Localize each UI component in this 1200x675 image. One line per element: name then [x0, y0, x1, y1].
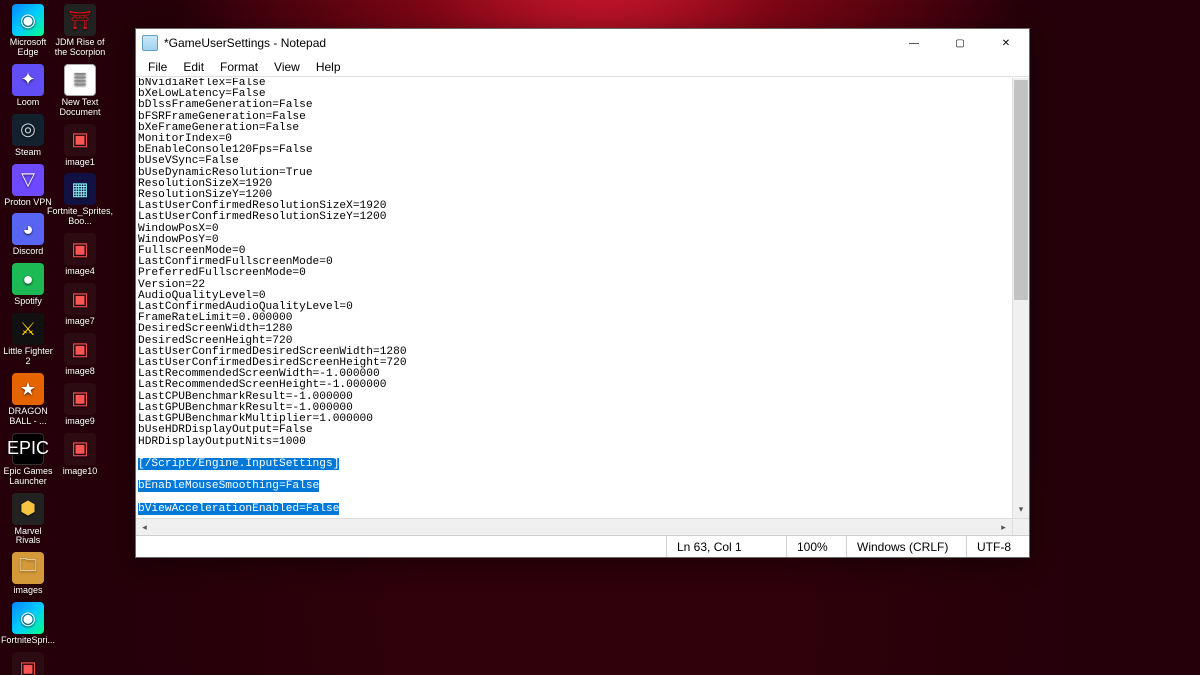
desktop-icon-spotify[interactable]: ● Spotify [2, 263, 54, 307]
icon-label: image9 [65, 417, 95, 427]
image4-icon: ▣ [64, 233, 96, 265]
status-line-ending: Windows (CRLF) [846, 536, 966, 557]
vertical-scrollbar[interactable]: ▴ ▾ [1012, 78, 1029, 518]
icon-label: Epic Games Launcher [2, 467, 54, 487]
icon-label: Fortnite_Sprites, Boo... [47, 207, 113, 227]
spotify-icon: ● [12, 263, 44, 295]
desktop-icon-loom[interactable]: ✦ Loom [2, 64, 54, 108]
window-title: *GameUserSettings - Notepad [164, 36, 891, 50]
desktop-icon-proton-vpn[interactable]: ▽ Proton VPN [2, 164, 54, 208]
window-controls: — ▢ ✕ [891, 29, 1029, 57]
menu-help[interactable]: Help [308, 59, 349, 75]
editor-wrap: bNvidiaReflex=False bXeLowLatency=False … [136, 77, 1029, 535]
desktop-icons: ◉Microsoft Edge✦Loom◎Steam▽Proton VPN◕Di… [0, 0, 108, 675]
desktop-icon-fortnitespri[interactable]: ◉ FortniteSpri... [2, 602, 54, 646]
desktop-icon-image4[interactable]: ▣ image4 [54, 233, 106, 277]
discord-icon: ◕ [12, 213, 44, 245]
scroll-down-icon[interactable]: ▾ [1013, 501, 1029, 518]
desktop-icon-microsoft-edge[interactable]: ◉Microsoft Edge [2, 4, 54, 58]
notepad-window: *GameUserSettings - Notepad — ▢ ✕ FileEd… [135, 28, 1030, 558]
status-encoding: UTF-8 [966, 536, 1029, 557]
desktop-icon-image7[interactable]: ▣ image7 [54, 283, 106, 327]
desktop-icon-fortnite-sprites[interactable]: ▦Fortnite_Sprites, Boo... [54, 173, 106, 227]
scroll-left-icon[interactable]: ◂ [136, 519, 153, 535]
image7-icon: ▣ [64, 283, 96, 315]
steam-icon: ◎ [12, 114, 44, 146]
status-bar: Ln 63, Col 1 100% Windows (CRLF) UTF-8 [136, 535, 1029, 557]
icon-label: Little Fighter 2 [2, 347, 54, 367]
menu-format[interactable]: Format [212, 59, 266, 75]
jdm-rise-icon: ⛩ [64, 4, 96, 36]
scroll-right-icon[interactable]: ▸ [995, 519, 1012, 535]
notepad-icon [142, 35, 158, 51]
icon-label: JDM Rise of the Scorpion [54, 38, 106, 58]
little-fighter-icon: ⚔ [12, 313, 44, 345]
icon-label: Loom [17, 98, 40, 108]
scroll-thumb-h[interactable] [153, 520, 995, 534]
maximize-button[interactable]: ▢ [937, 29, 983, 57]
icon-label: Spotify [14, 297, 42, 307]
desktop-icon-dragon-ball[interactable]: ★DRAGON BALL - ... [2, 373, 54, 427]
minimize-button[interactable]: — [891, 29, 937, 57]
image9-icon: ▣ [64, 383, 96, 415]
fortnitespri-icon: ◉ [12, 602, 44, 634]
status-cursor-position: Ln 63, Col 1 [666, 536, 786, 557]
microsoft-edge-icon: ◉ [12, 4, 44, 36]
desktop-icon-epic-games[interactable]: EPICEpic Games Launcher [2, 433, 54, 487]
icon-label: image1 [65, 158, 95, 168]
icon-label: Marvel Rivals [2, 527, 54, 547]
desktop-icon-image2[interactable]: ▣image2 [2, 652, 54, 675]
proton-vpn-icon: ▽ [12, 164, 44, 196]
marvel-rivals-icon: ⬢ [12, 493, 44, 525]
close-button[interactable]: ✕ [983, 29, 1029, 57]
desktop-icon-new-text-doc[interactable]: ≣New Text Document [54, 64, 106, 118]
status-zoom: 100% [786, 536, 846, 557]
icon-label: images [13, 586, 42, 596]
icon-label: Microsoft Edge [2, 38, 54, 58]
desktop-icon-image1[interactable]: ▣ image1 [54, 124, 106, 168]
title-bar[interactable]: *GameUserSettings - Notepad — ▢ ✕ [136, 29, 1029, 57]
scroll-thumb-v[interactable] [1014, 80, 1028, 300]
loom-icon: ✦ [12, 64, 44, 96]
image1-icon: ▣ [64, 124, 96, 156]
icon-label: Discord [13, 247, 44, 257]
menu-bar: FileEditFormatViewHelp [136, 57, 1029, 77]
fortnite-sprites-icon: ▦ [64, 173, 96, 205]
desktop-icon-image8[interactable]: ▣ image8 [54, 333, 106, 377]
images-folder-icon: 🗀 [12, 552, 44, 584]
icon-label: image10 [63, 467, 98, 477]
desktop-icon-little-fighter[interactable]: ⚔Little Fighter 2 [2, 313, 54, 367]
icon-label: DRAGON BALL - ... [2, 407, 54, 427]
new-text-doc-icon: ≣ [64, 64, 96, 96]
icon-label: image7 [65, 317, 95, 327]
icon-label: FortniteSpri... [1, 636, 55, 646]
icon-label: New Text Document [54, 98, 106, 118]
desktop-icon-steam[interactable]: ◎ Steam [2, 114, 54, 158]
desktop-icon-images-folder[interactable]: 🗀 images [2, 552, 54, 596]
desktop-icon-marvel-rivals[interactable]: ⬢Marvel Rivals [2, 493, 54, 547]
horizontal-scrollbar[interactable]: ◂ ▸ [136, 518, 1012, 535]
desktop-icon-image10[interactable]: ▣ image10 [54, 433, 106, 477]
image2-icon: ▣ [12, 652, 44, 675]
menu-edit[interactable]: Edit [175, 59, 212, 75]
text-editor[interactable]: bNvidiaReflex=False bXeLowLatency=False … [136, 78, 1012, 518]
desktop-icon-jdm-rise[interactable]: ⛩JDM Rise of the Scorpion [54, 4, 106, 58]
image8-icon: ▣ [64, 333, 96, 365]
menu-file[interactable]: File [140, 59, 175, 75]
icon-label: Steam [15, 148, 41, 158]
image10-icon: ▣ [64, 433, 96, 465]
scroll-corner [1012, 518, 1029, 535]
dragon-ball-icon: ★ [12, 373, 44, 405]
epic-games-icon: EPIC [12, 433, 44, 465]
icon-label: image8 [65, 367, 95, 377]
icon-label: Proton VPN [4, 198, 52, 208]
desktop-icon-image9[interactable]: ▣ image9 [54, 383, 106, 427]
icon-label: image4 [65, 267, 95, 277]
menu-view[interactable]: View [266, 59, 308, 75]
